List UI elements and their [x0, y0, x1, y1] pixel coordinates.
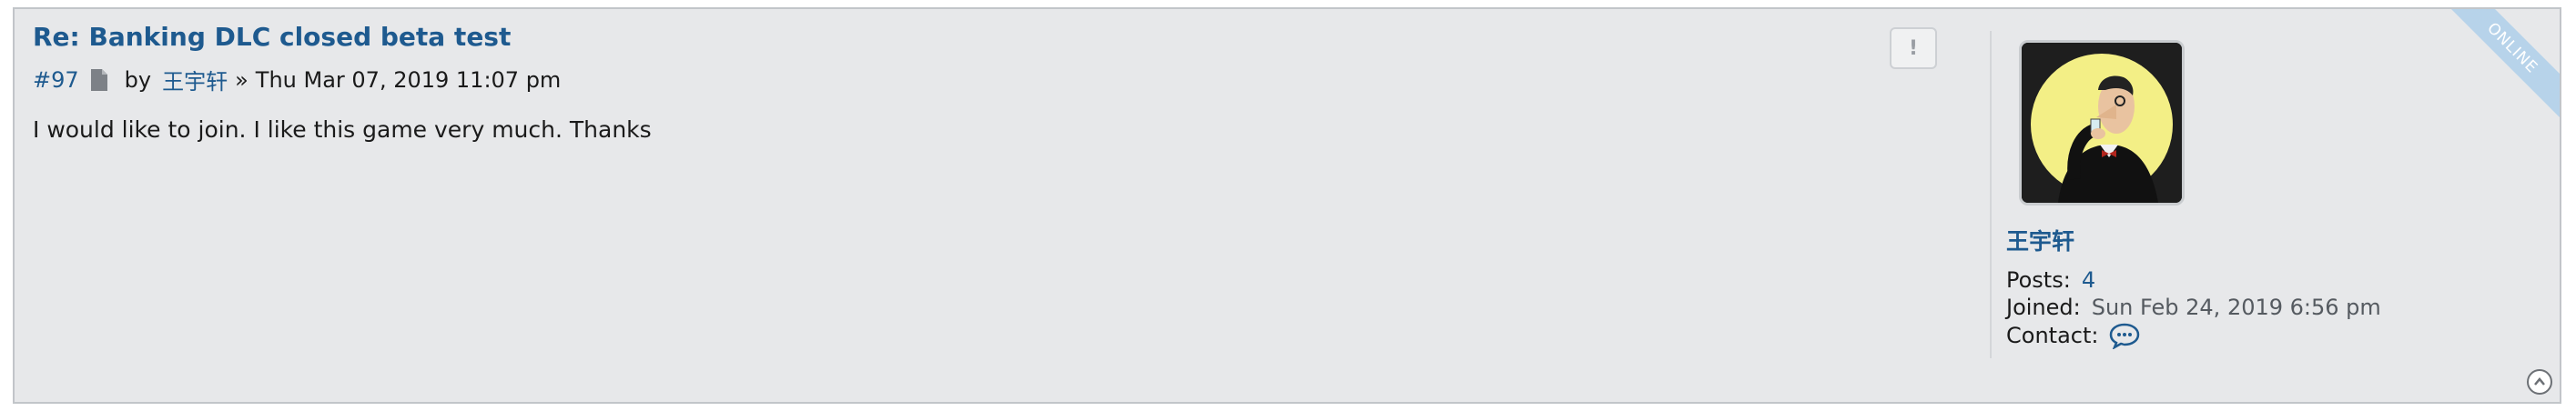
post-datetime: Thu Mar 07, 2019 11:07 pm	[255, 66, 562, 93]
post-container: Re: Banking DLC closed beta test #97 by …	[13, 7, 2561, 404]
profile-contact-row: Contact:	[2006, 322, 2140, 350]
document-icon[interactable]	[90, 68, 108, 92]
posts-label: Posts:	[2006, 267, 2071, 293]
profile-username-link[interactable]: 王宇轩	[2006, 224, 2074, 256]
post-number-link[interactable]: #97	[33, 67, 79, 93]
by-label: by	[124, 66, 152, 93]
chevron-up-icon	[2534, 377, 2545, 386]
online-badge: ONLINE	[2418, 9, 2560, 143]
posts-count-link[interactable]: 4	[2082, 267, 2095, 293]
contact-label: Contact:	[2006, 323, 2099, 348]
speech-bubble-icon[interactable]	[2109, 322, 2140, 350]
exclamation-icon: !	[1908, 36, 1919, 60]
joined-label: Joined:	[2006, 295, 2081, 320]
post-meta: #97 by 王宇轩 » Thu Mar 07, 2019 11:07 pm	[33, 64, 561, 95]
joined-date: Sun Feb 24, 2019 6:56 pm	[2091, 295, 2381, 320]
back-to-top-button[interactable]	[2527, 369, 2552, 395]
profile-joined-row: Joined: Sun Feb 24, 2019 6:56 pm	[2006, 295, 2381, 320]
post-title-link[interactable]: Re: Banking DLC closed beta test	[33, 22, 511, 52]
profile-divider	[1990, 31, 1992, 358]
meta-separator: »	[235, 66, 248, 93]
post-content: I would like to join. I like this game v…	[33, 116, 652, 143]
profile-posts-row: Posts: 4	[2006, 267, 2095, 293]
avatar[interactable]	[2019, 40, 2185, 206]
online-badge-label: ONLINE	[2483, 19, 2541, 77]
report-button[interactable]: !	[1890, 27, 1937, 69]
author-link[interactable]: 王宇轩	[162, 64, 228, 95]
avatar-image	[2022, 43, 2182, 203]
